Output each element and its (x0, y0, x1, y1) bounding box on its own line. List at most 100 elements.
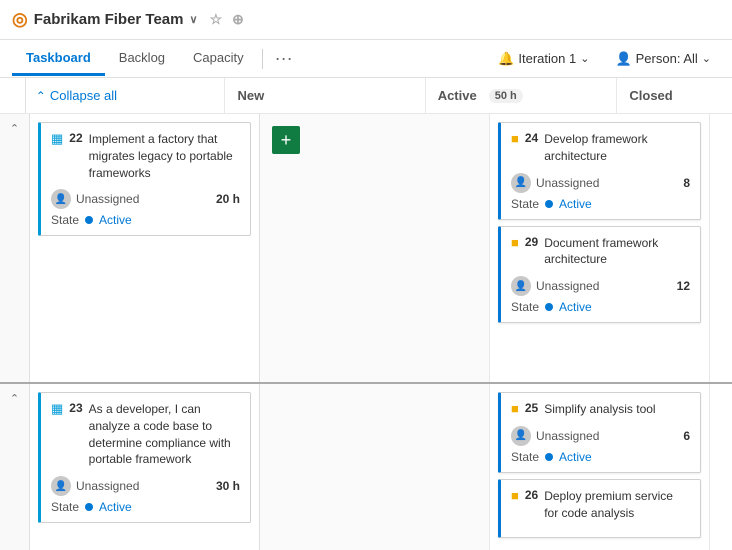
person-label: Person: All (636, 51, 698, 66)
nav-separator (262, 49, 263, 69)
team-name-container[interactable]: ◎ Fabrikam Fiber Team ∨ ☆ ⊕ (12, 9, 244, 30)
row1-closed-col (710, 114, 732, 382)
story-id-22: 22 (69, 131, 82, 145)
task-icon-29: ■ (511, 235, 519, 250)
people-icon[interactable]: ⊕ (232, 11, 244, 28)
task-24-hours: 8 (683, 176, 690, 190)
col-new-label: New (237, 88, 264, 103)
task-id-24: 24 (525, 131, 538, 145)
story-icon-23: ▦ (51, 401, 63, 417)
task-icon-24: ■ (511, 131, 519, 146)
bell-icon: 🔔 (498, 51, 514, 67)
col-closed-label: Closed (629, 88, 672, 103)
task-25-hours: 6 (683, 429, 690, 443)
task-name-26: Deploy premium service for code analysis (544, 488, 690, 522)
team-icon: ◎ (12, 9, 28, 30)
col-header-closed: Closed (617, 78, 732, 113)
story-23-assignee-container: 👤 Unassigned (51, 476, 139, 496)
task-25-assignee: Unassigned (536, 429, 599, 443)
story-23-hours: 30 h (216, 479, 240, 493)
task-25-assignee-container: 👤 Unassigned (511, 426, 599, 446)
nav-backlog[interactable]: Backlog (105, 42, 179, 76)
collapse-arrow-icon: ⌃ (36, 89, 46, 103)
nav-left: Taskboard Backlog Capacity ··· (12, 42, 301, 76)
story-23-state-value: Active (99, 500, 132, 514)
story-22-assignee: Unassigned (76, 192, 139, 206)
col-header-active: Active 50 h (426, 78, 618, 113)
story-icon-22: ▦ (51, 131, 63, 147)
row2-new-col (260, 384, 490, 550)
row1-collapse-icon[interactable]: ⌃ (10, 122, 19, 135)
row2-active-col: ■ 25 Simplify analysis tool 👤 Unassigned… (490, 384, 710, 550)
col-active-label: Active (438, 88, 477, 103)
task-name-24: Develop framework architecture (544, 131, 690, 165)
story-22-state-label-static: State (51, 213, 79, 227)
task-24-assignee: Unassigned (536, 176, 599, 190)
task-29-assignee-container: 👤 Unassigned (511, 276, 599, 296)
story-22-assignee-container: 👤 Unassigned (51, 189, 139, 209)
task-name-25: Simplify analysis tool (544, 401, 655, 418)
story-23-state-label-static: State (51, 500, 79, 514)
row2-collapse-col[interactable]: ⌃ (0, 384, 30, 550)
col-header-new: New (225, 78, 425, 113)
nav-bar: Taskboard Backlog Capacity ··· 🔔 Iterati… (0, 40, 732, 78)
row2-collapse-icon[interactable]: ⌃ (10, 392, 19, 405)
iteration-chevron-icon: ⌄ (580, 52, 589, 65)
task-id-29: 29 (525, 235, 538, 249)
story-23-state-dot (85, 503, 93, 511)
story-23-avatar: 👤 (51, 476, 71, 496)
collapse-left-spacer (0, 78, 26, 113)
nav-taskboard[interactable]: Taskboard (12, 42, 105, 76)
top-header: ◎ Fabrikam Fiber Team ∨ ☆ ⊕ (0, 0, 732, 40)
board-content: ⌃ Collapse all New Active 50 h Closed ⌃ (0, 78, 732, 550)
task-24-state-value: Active (559, 197, 592, 211)
story-23-assignee: Unassigned (76, 479, 139, 493)
task-card-25[interactable]: ■ 25 Simplify analysis tool 👤 Unassigned… (498, 392, 701, 473)
story-22-hours: 20 h (216, 192, 240, 206)
iteration-label: Iteration 1 (518, 51, 576, 66)
task-24-state-dot (545, 200, 553, 208)
task-25-state-value: Active (559, 450, 592, 464)
row1-active-col: ■ 24 Develop framework architecture 👤 Un… (490, 114, 710, 382)
task-24-state-static: State (511, 197, 539, 211)
task-25-state-static: State (511, 450, 539, 464)
row1-story-col: ▦ 22 Implement a factory that migrates l… (30, 114, 260, 382)
row1-new-col: + (260, 114, 490, 382)
task-25-avatar: 👤 (511, 426, 531, 446)
task-29-avatar: 👤 (511, 276, 531, 296)
story-id-23: 23 (69, 401, 82, 415)
nav-more-button[interactable]: ··· (267, 48, 301, 69)
team-chevron-icon[interactable]: ∨ (190, 13, 198, 26)
story-22-state-value: Active (99, 213, 132, 227)
task-id-25: 25 (525, 401, 538, 415)
person-chevron-icon: ⌄ (702, 52, 711, 65)
star-icon[interactable]: ☆ (210, 11, 223, 28)
row2-story-col: ▦ 23 As a developer, I can analyze a cod… (30, 384, 260, 550)
row1-collapse-col[interactable]: ⌃ (0, 114, 30, 382)
nav-right: 🔔 Iteration 1 ⌄ 👤 Person: All ⌄ (489, 46, 720, 72)
nav-capacity[interactable]: Capacity (179, 42, 258, 76)
iteration-selector[interactable]: 🔔 Iteration 1 ⌄ (489, 46, 598, 72)
collapse-bar[interactable]: ⌃ Collapse all (26, 78, 226, 113)
story-card-23[interactable]: ▦ 23 As a developer, I can analyze a cod… (38, 392, 251, 523)
task-24-assignee-container: 👤 Unassigned (511, 173, 599, 193)
task-29-assignee: Unassigned (536, 279, 599, 293)
task-icon-26: ■ (511, 488, 519, 503)
story-name-23: As a developer, I can analyze a code bas… (89, 401, 240, 468)
task-name-29: Document framework architecture (544, 235, 690, 269)
task-29-state-value: Active (559, 300, 592, 314)
task-25-state-dot (545, 453, 553, 461)
story-22-avatar: 👤 (51, 189, 71, 209)
story-name-22: Implement a factory that migrates legacy… (89, 131, 240, 181)
story-card-22[interactable]: ▦ 22 Implement a factory that migrates l… (38, 122, 251, 236)
task-24-avatar: 👤 (511, 173, 531, 193)
story-22-state-dot (85, 216, 93, 224)
person-selector[interactable]: 👤 Person: All ⌄ (606, 46, 720, 72)
task-card-29[interactable]: ■ 29 Document framework architecture 👤 U… (498, 226, 701, 324)
task-card-24[interactable]: ■ 24 Develop framework architecture 👤 Un… (498, 122, 701, 220)
person-icon: 👤 (615, 51, 631, 67)
task-icon-25: ■ (511, 401, 519, 416)
task-card-26[interactable]: ■ 26 Deploy premium service for code ana… (498, 479, 701, 539)
add-task-button-row1[interactable]: + (272, 126, 300, 154)
team-name-label: Fabrikam Fiber Team (34, 11, 184, 28)
